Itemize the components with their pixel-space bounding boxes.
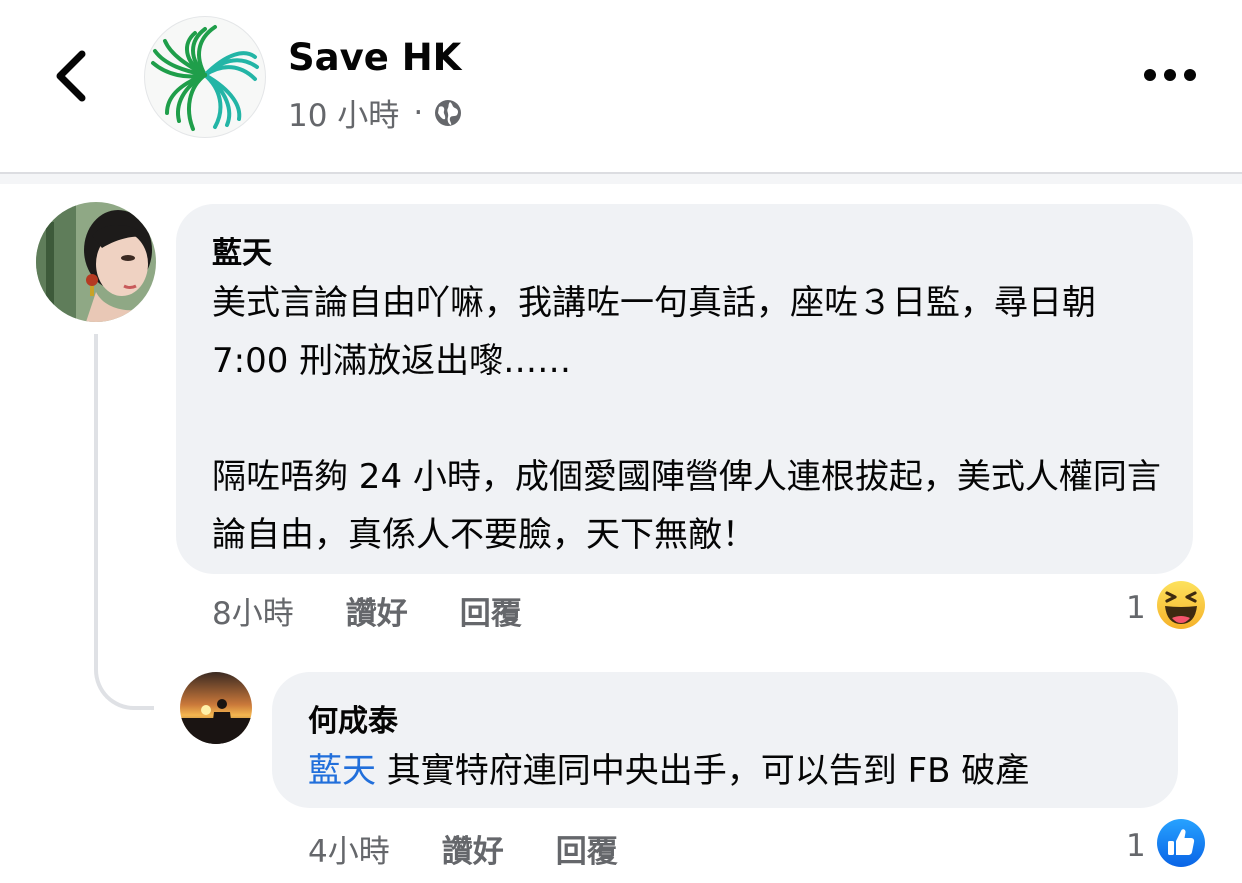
page-avatar[interactable] xyxy=(144,16,266,138)
comment-time[interactable]: 8小時 xyxy=(212,588,294,633)
comment-actions: 8小時 讚好 回覆 xyxy=(212,588,522,633)
more-options-button[interactable] xyxy=(1140,60,1200,90)
reply-button[interactable]: 回覆 xyxy=(460,588,522,633)
comment-actions: 4小時 讚好 回覆 xyxy=(308,826,618,871)
like-thumb-icon[interactable] xyxy=(1156,818,1206,868)
haha-emoji-icon[interactable] xyxy=(1156,580,1206,630)
header-divider xyxy=(0,174,1242,184)
post-meta: 10 小時 · xyxy=(288,90,463,135)
back-button[interactable] xyxy=(48,46,98,106)
like-button[interactable]: 讚好 xyxy=(442,826,504,871)
comment-author[interactable]: 何成泰 xyxy=(308,696,398,740)
reply-button[interactable]: 回覆 xyxy=(556,826,618,871)
reaction-count[interactable]: 1 xyxy=(1126,828,1146,864)
post-time[interactable]: 10 小時 xyxy=(288,90,399,135)
mention-link[interactable]: 藍天 xyxy=(308,751,376,791)
commenter-avatar[interactable] xyxy=(180,672,252,744)
more-dots-icon xyxy=(1144,69,1196,81)
commenter-avatar[interactable] xyxy=(36,202,156,322)
globe-icon xyxy=(435,99,462,126)
like-button[interactable]: 讚好 xyxy=(346,588,408,633)
page-name[interactable]: Save HK xyxy=(288,36,461,79)
save-hk-logo-icon xyxy=(151,25,259,131)
comment-time[interactable]: 4小時 xyxy=(308,826,390,871)
user-photo-icon xyxy=(36,202,156,322)
chevron-left-icon xyxy=(56,50,86,102)
meta-separator: · xyxy=(413,94,424,131)
post-header: Save HK 10 小時 · xyxy=(0,0,1242,174)
user-photo-icon xyxy=(180,672,252,744)
comment-body-text: 其實特府連同中央出手，可以告到 FB 破產 xyxy=(376,751,1030,791)
reply-thread-line xyxy=(94,334,154,710)
comment-text: 美式言論自由吖嘛，我講咗一句真話，座咗３日監，尋日朝 7:00 刑滿放返出嚟……… xyxy=(212,283,1161,555)
comment-text: 藍天 其實特府連同中央出手，可以告到 FB 破產 xyxy=(308,742,1168,800)
reaction-count[interactable]: 1 xyxy=(1126,590,1146,626)
comment-author[interactable]: 藍天 xyxy=(212,228,272,272)
